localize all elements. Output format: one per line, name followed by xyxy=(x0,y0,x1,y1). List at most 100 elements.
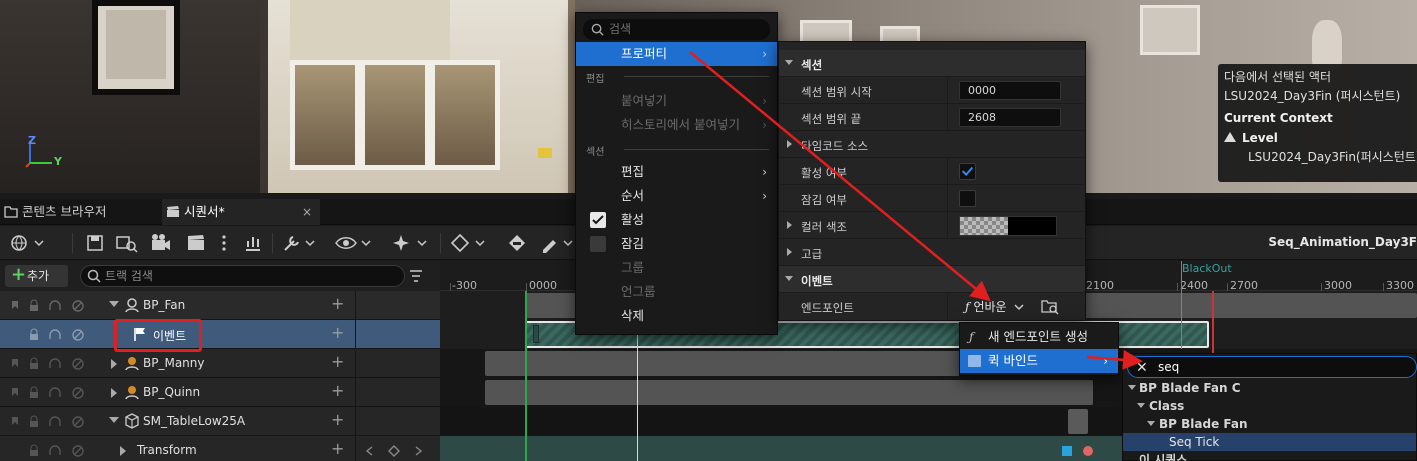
row-state-icons[interactable] xyxy=(8,328,96,342)
add-subtrack-icon[interactable]: + xyxy=(331,294,344,313)
track-search-input[interactable]: 트랙 검색 xyxy=(80,265,405,287)
menu-item-group[interactable]: 그룹 xyxy=(576,256,777,280)
key-interpolation-icon[interactable] xyxy=(450,233,488,253)
menu-search-input[interactable]: 검색 xyxy=(583,19,770,40)
prop-active-checkbox[interactable] xyxy=(959,163,976,180)
save-icon[interactable] xyxy=(86,233,104,253)
key-navigation-icons[interactable] xyxy=(364,445,424,457)
clear-search-icon[interactable]: ✕ xyxy=(1136,358,1148,378)
camera-icon[interactable] xyxy=(150,233,172,253)
edit-brush-icon[interactable] xyxy=(540,233,576,253)
menu-item-delete[interactable]: 삭제 xyxy=(576,304,777,328)
quick-bind-item-seq-tick[interactable]: Seq Tick xyxy=(1123,433,1416,451)
menu-item-active[interactable]: 활성 xyxy=(576,208,777,232)
expand-caret[interactable] xyxy=(785,60,793,65)
ruler-tick xyxy=(526,283,527,291)
view-options-icon[interactable] xyxy=(334,233,374,253)
menu-item-order-label: 순서 xyxy=(621,188,645,203)
blackout-marker-line xyxy=(1181,261,1182,291)
auto-key-icon[interactable] xyxy=(506,233,528,253)
menu-item-order[interactable]: 순서 › xyxy=(576,184,777,208)
key-marker[interactable] xyxy=(1062,446,1072,456)
filter-icon[interactable] xyxy=(409,269,423,283)
menu-item-create-endpoint[interactable]: ƒ 새 엔드포인트 생성 xyxy=(960,325,1118,349)
add-key-icon[interactable]: + xyxy=(331,323,344,342)
locked-checkbox[interactable] xyxy=(590,236,606,252)
playback-end-line[interactable] xyxy=(1212,291,1214,353)
wrench-dropdown-icon[interactable] xyxy=(282,233,318,253)
actions-icon[interactable] xyxy=(242,233,264,253)
menu-item-ungroup[interactable]: 언그룹 xyxy=(576,280,777,304)
range-start-field[interactable]: 0000 xyxy=(959,81,1061,100)
menu-item-properties[interactable]: 프로퍼티 › xyxy=(576,42,777,66)
more-options-icon[interactable] xyxy=(220,233,228,253)
key-marker[interactable] xyxy=(1083,446,1093,456)
track-row-sm-table[interactable]: SM_TableLow25A + xyxy=(0,407,440,436)
quick-bind-search-input[interactable]: ✕ seq xyxy=(1127,356,1417,378)
row-state-icons[interactable] xyxy=(8,415,96,429)
track-row-transform[interactable]: Transform + xyxy=(0,436,440,461)
prop-active: 활성 여부 xyxy=(779,158,1085,185)
quick-bind-tree-item[interactable]: 이 시퀀스 xyxy=(1123,451,1416,461)
expand-caret[interactable] xyxy=(109,301,119,307)
expand-caret[interactable] xyxy=(111,388,117,398)
browse-folder-icon[interactable] xyxy=(1041,298,1059,315)
add-subtrack-icon[interactable]: + xyxy=(331,352,344,371)
menu-item-quick-bind[interactable]: 퀵 바인드 › xyxy=(960,349,1118,373)
row-state-icons[interactable] xyxy=(8,444,96,458)
add-key-icon[interactable]: + xyxy=(331,439,344,458)
quick-bind-item-label: Class xyxy=(1149,399,1185,413)
expand-caret[interactable] xyxy=(120,446,126,456)
expand-caret[interactable] xyxy=(109,417,119,423)
menu-item-paste-history[interactable]: 히스토리에서 붙여넣기 › xyxy=(576,113,777,137)
endpoint-dropdown[interactable]: ƒ 언바운 xyxy=(965,297,1024,317)
active-checkbox[interactable] xyxy=(590,212,606,228)
row-state-icons[interactable] xyxy=(8,357,96,371)
prop-category-section[interactable]: 섹션 xyxy=(779,50,1085,77)
search-icon xyxy=(87,269,101,283)
menu-item-edit[interactable]: 편집 › xyxy=(576,160,777,184)
expand-caret[interactable] xyxy=(785,276,793,281)
quick-bind-tree-item[interactable]: Class xyxy=(1123,397,1416,415)
event-section-handle[interactable] xyxy=(533,325,539,343)
tab-content-browser[interactable]: 콘텐츠 브라우저 xyxy=(0,199,160,225)
close-tab-icon[interactable]: × xyxy=(302,199,312,225)
prop-range-end-label: 섹션 범위 끝 xyxy=(801,112,862,126)
playback-start-line[interactable] xyxy=(525,291,527,461)
prop-category-events[interactable]: 이벤트 xyxy=(779,266,1085,293)
add-subtrack-icon[interactable]: + xyxy=(331,381,344,400)
add-track-button[interactable]: + 추가 xyxy=(5,264,68,287)
blueprint-actor-icon xyxy=(125,357,139,371)
add-subtrack-icon[interactable]: + xyxy=(331,410,344,429)
prop-locked-checkbox[interactable] xyxy=(959,190,976,207)
track-row-bp-manny[interactable]: BP_Manny + xyxy=(0,349,440,378)
track-row-bp-quinn[interactable]: BP_Quinn + xyxy=(0,378,440,407)
context-level-row[interactable]: Level xyxy=(1224,129,1411,148)
menu-item-locked[interactable]: 잠김 xyxy=(576,232,777,256)
expand-caret[interactable] xyxy=(787,140,792,148)
menu-item-paste-history-label: 히스토리에서 붙여넣기 xyxy=(621,117,740,132)
find-in-browser-icon[interactable] xyxy=(116,233,138,253)
row-state-icons[interactable] xyxy=(8,386,96,400)
checkmark-icon xyxy=(961,166,974,177)
world-dropdown-icon[interactable] xyxy=(10,233,46,253)
range-end-field[interactable]: 2608 xyxy=(959,108,1061,127)
expand-caret[interactable] xyxy=(787,221,792,229)
menu-item-paste[interactable]: 붙여넣기 › xyxy=(576,89,777,113)
section-bar[interactable] xyxy=(485,380,1093,405)
row-state-icons[interactable] xyxy=(8,299,96,313)
track-row-bp-fan[interactable]: BP_Fan + xyxy=(0,291,440,320)
quick-bind-tree-item[interactable]: BP Blade Fan C xyxy=(1123,379,1416,397)
menu-section-section: 섹션 xyxy=(586,147,605,158)
track-row-event[interactable]: 이벤트 + xyxy=(0,320,440,349)
expand-caret[interactable] xyxy=(787,248,792,256)
section-bar[interactable] xyxy=(1068,409,1088,434)
snap-options-icon[interactable] xyxy=(390,233,430,253)
expand-caret[interactable] xyxy=(111,359,117,369)
prop-timecode-source[interactable]: 타임코드 소스 xyxy=(779,131,1085,158)
prop-category-advanced[interactable]: 고급 xyxy=(779,239,1085,266)
quick-bind-tree-item[interactable]: BP Blade Fan xyxy=(1123,415,1416,433)
color-tint-swatch[interactable] xyxy=(959,216,1057,236)
render-movie-icon[interactable] xyxy=(186,233,208,253)
tab-sequencer[interactable]: 시퀀서* × xyxy=(162,199,320,225)
